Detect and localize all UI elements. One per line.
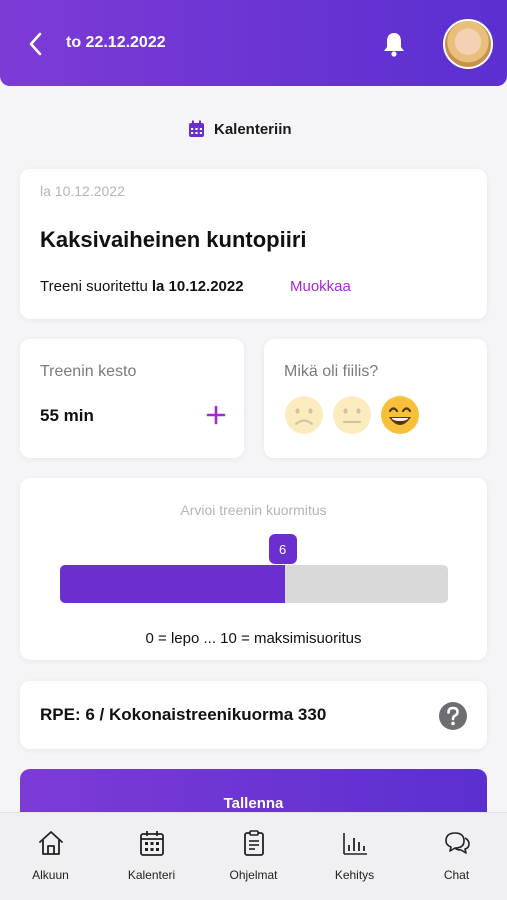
to-calendar-link[interactable]: Kalenteriin: [188, 118, 292, 140]
feeling-label: Mikä oli fiilis?: [284, 363, 379, 380]
tab-programs[interactable]: Ohjelmat: [203, 813, 304, 900]
tab-chat-label: Chat: [443, 868, 470, 882]
tab-home-label: Alkuun: [32, 868, 69, 882]
workout-done-line: Treeni suoritettu la 10.12.2022: [40, 278, 244, 295]
neutral-emoji-icon[interactable]: [332, 395, 372, 435]
to-calendar-label: Kalenteriin: [214, 120, 292, 138]
avatar[interactable]: [443, 19, 493, 69]
help-question-icon[interactable]: [438, 701, 468, 731]
header-date-title: to 22.12.2022: [66, 34, 166, 51]
load-card: Arvioi treenin kuormitus 6 0 = lepo ... …: [20, 478, 487, 660]
duration-label: Treenin kesto: [40, 363, 137, 380]
plus-icon[interactable]: [206, 405, 226, 425]
happy-emoji-icon[interactable]: [380, 395, 420, 435]
home-icon: [38, 831, 63, 855]
top-bar: to 22.12.2022: [0, 0, 507, 86]
tab-progress[interactable]: Kehitys: [304, 813, 405, 900]
rpe-summary: RPE: 6 / Kokonaistreenikuorma 330: [40, 705, 327, 724]
clipboard-icon: [243, 830, 264, 856]
bar-chart-icon: [342, 833, 367, 855]
tab-programs-label: Ohjelmat: [229, 868, 278, 882]
bell-icon[interactable]: [380, 30, 408, 58]
tab-home[interactable]: Alkuun: [0, 813, 101, 900]
done-date: la 10.12.2022: [151, 278, 244, 295]
feeling-card: Mikä oli fiilis?: [264, 339, 487, 458]
workout-card: la 10.12.2022 Kaksivaiheinen kuntopiiri …: [20, 169, 487, 319]
tab-calendar-label: Kalenteri: [127, 868, 176, 882]
slider-value-bubble[interactable]: 6: [268, 534, 297, 564]
back-arrow-icon[interactable]: [24, 30, 48, 58]
tab-chat[interactable]: Chat: [406, 813, 507, 900]
load-slider[interactable]: [60, 565, 448, 603]
workout-date: la 10.12.2022: [40, 183, 125, 199]
load-scale-text: 0 = lepo ... 10 = maksimisuoritus: [145, 630, 362, 647]
tab-progress-label: Kehitys: [334, 868, 375, 882]
calendar-icon: [139, 831, 164, 856]
load-slider-fill: [60, 565, 285, 603]
tab-calendar[interactable]: Kalenteri: [101, 813, 202, 900]
bottom-tab-bar: Alkuun Kalenteri Ohjelmat Kehitys Chat: [0, 812, 507, 900]
edit-link[interactable]: Muokkaa: [290, 278, 351, 295]
rpe-card: RPE: 6 / Kokonaistreenikuorma 330: [20, 681, 487, 749]
sad-emoji-icon[interactable]: [284, 395, 324, 435]
load-label: Arvioi treenin kuormitus: [180, 502, 327, 518]
chat-icon: [444, 832, 470, 854]
done-prefix: Treeni suoritettu: [40, 278, 148, 295]
duration-card: Treenin kesto 55 min: [20, 339, 244, 458]
calendar-icon: [189, 120, 204, 137]
workout-title: Kaksivaiheinen kuntopiiri: [40, 227, 307, 252]
duration-value: 55 min: [40, 406, 94, 425]
